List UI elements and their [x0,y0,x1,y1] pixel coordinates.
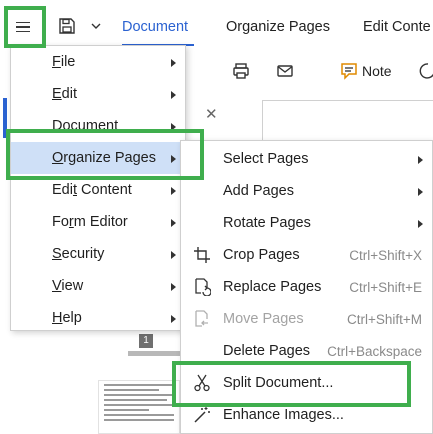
submenu-arrow-icon [171,283,176,291]
menu-item-move-pages[interactable]: Move Pages Ctrl+Shift+M [181,303,432,335]
menu-item-view[interactable]: View [11,270,185,302]
menu-item-label: File [52,54,76,70]
shortcut-text: Ctrl+Backspace [327,344,422,359]
menu-item-label: Help [52,310,82,326]
page-number-badge: 1 [139,334,153,348]
menu-item-add-pages[interactable]: Add Pages [181,175,432,207]
tab-document[interactable]: Document [122,19,188,35]
menu-item-select-pages[interactable]: Select Pages [181,143,432,175]
menu-item-label: Replace Pages [223,279,322,295]
replace-pages-icon [195,278,211,296]
menu-item-crop-pages[interactable]: Crop Pages Ctrl+Shift+X [181,239,432,271]
menu-item-label: Security [52,246,105,262]
submenu-arrow-icon [171,59,176,67]
document-page-edge [262,100,433,101]
shortcut-text: Ctrl+Shift+X [349,248,422,263]
highlight-box-organize-pages [6,129,204,180]
note-icon[interactable] [340,62,358,80]
save-icon[interactable] [58,17,76,35]
menu-item-label: Delete Pages [223,343,311,359]
submenu-arrow-icon [171,315,176,323]
submenu-arrow-icon [171,219,176,227]
menu-item-label: Enhance Images... [223,407,344,423]
print-icon[interactable] [232,62,250,80]
menu-item-help[interactable]: Help [11,302,185,334]
submenu-arrow-icon [171,187,176,195]
thumbnail-scroll-bar [128,351,180,356]
menu-item-file[interactable]: File [11,46,185,78]
main-menu: File Edit Document Organize Pages Edit C… [10,45,186,331]
submenu-arrow-icon [418,220,423,228]
tab-edit-content[interactable]: Edit Conte [363,19,431,35]
move-pages-icon [195,310,208,327]
more-tools-icon[interactable] [418,62,433,80]
menu-item-label: Select Pages [223,151,309,167]
menu-item-edit[interactable]: Edit [11,78,185,110]
menu-item-label: Form Editor [52,214,128,230]
crop-icon [194,247,210,263]
menu-item-label: Move Pages [223,311,304,327]
menu-item-label: View [52,278,84,294]
menu-item-label: Edit [52,86,77,102]
note-button-label[interactable]: Note [362,63,392,79]
menu-item-label: Add Pages [223,183,294,199]
menu-item-rotate-pages[interactable]: Rotate Pages [181,207,432,239]
menu-item-label: Crop Pages [223,247,300,263]
highlight-box-split-document [172,361,411,407]
menu-item-label: Rotate Pages [223,215,311,231]
tab-organize-pages[interactable]: Organize Pages [226,19,330,35]
chevron-down-icon[interactable] [90,21,102,31]
close-panel-icon[interactable]: ✕ [205,105,218,123]
mail-icon[interactable] [276,62,294,80]
menu-item-replace-pages[interactable]: Replace Pages Ctrl+Shift+E [181,271,432,303]
submenu-arrow-icon [171,251,176,259]
page-thumbnail[interactable] [98,380,180,434]
menu-item-label: Edit Content [52,182,132,198]
menu-item-form-editor[interactable]: Form Editor [11,206,185,238]
submenu-arrow-icon [418,156,423,164]
magic-wand-icon [194,407,210,423]
menu-item-security[interactable]: Security [11,238,185,270]
highlight-box-menu-button [4,6,46,48]
submenu-arrow-icon [171,91,176,99]
submenu-arrow-icon [418,188,423,196]
shortcut-text: Ctrl+Shift+E [349,280,422,295]
shortcut-text: Ctrl+Shift+M [346,312,422,327]
